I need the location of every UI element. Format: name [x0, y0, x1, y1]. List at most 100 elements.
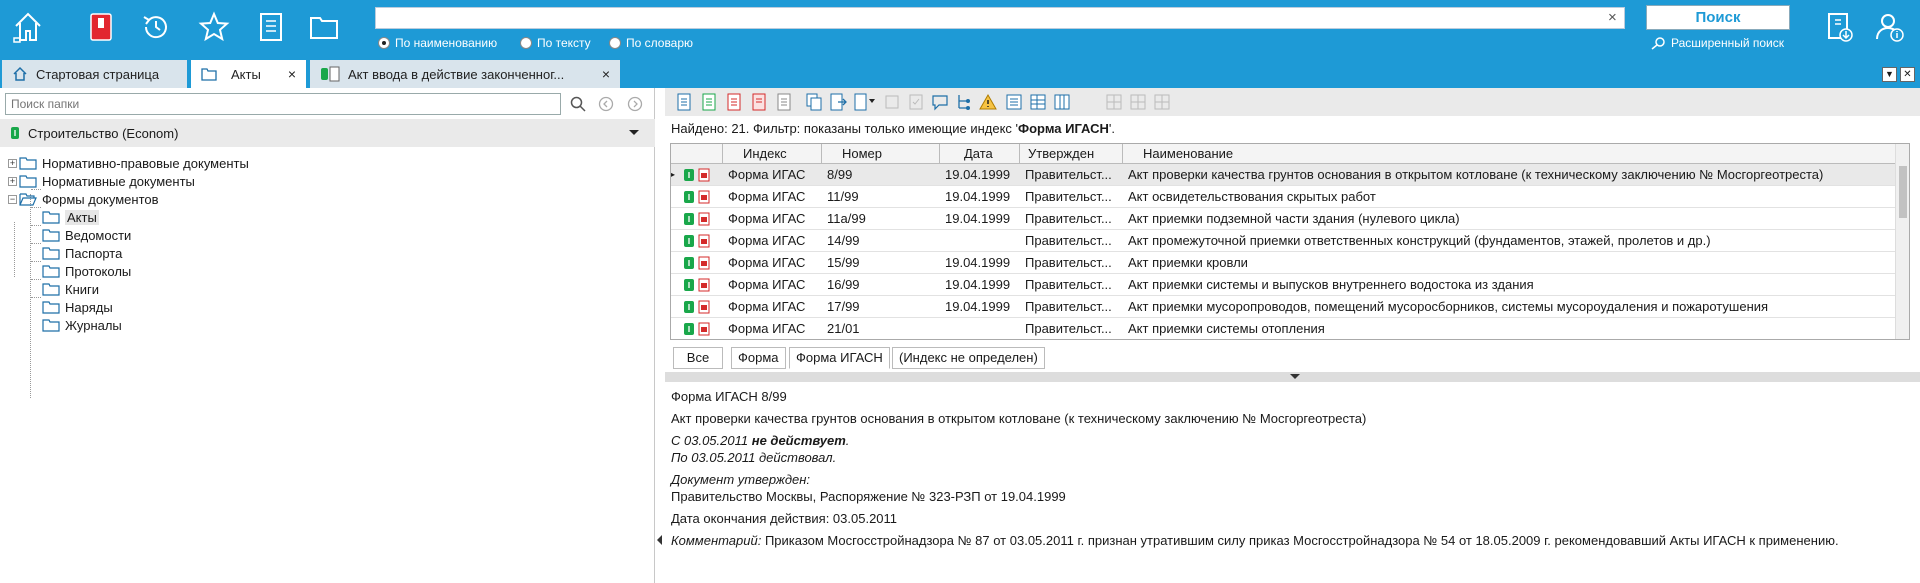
- document-status-green-icon: [684, 257, 694, 269]
- table-row[interactable]: Форма ИГАС 14/99 Правительст... Акт пром…: [671, 230, 1896, 252]
- document-red-icon: [698, 278, 710, 292]
- tab-act-commissioning[interactable]: Акт ввода в действие законченног... ×: [310, 60, 620, 88]
- collapse-left-panel-icon[interactable]: [657, 535, 662, 545]
- tree-item-label: Наряды: [65, 299, 113, 315]
- radio-icon: [520, 37, 532, 49]
- filter-tab-undefined-index[interactable]: (Индекс не определен): [892, 347, 1045, 369]
- table-row[interactable]: Форма ИГАС 16/99 19.04.1999 Правительст.…: [671, 274, 1896, 296]
- home-icon[interactable]: [12, 10, 44, 44]
- export-document-icon[interactable]: [829, 93, 847, 111]
- details-approved-label: Документ утвержден:: [671, 472, 811, 487]
- table-row[interactable]: Форма ИГАС 11/99 19.04.1999 Правительст.…: [671, 186, 1896, 208]
- index-filter-tabs: Все Форма Форма ИГАСН (Индекс не определ…: [665, 347, 1920, 371]
- table-row[interactable]: ▸ Форма ИГАС 8/99 19.04.1999 Правительст…: [671, 164, 1896, 186]
- user-info-icon[interactable]: [1874, 10, 1906, 44]
- cell-index: Форма ИГАС: [728, 167, 806, 182]
- favorites-star-icon[interactable]: [198, 10, 230, 44]
- tree-item-work-orders[interactable]: Наряды: [42, 298, 113, 316]
- checklist-icon[interactable]: [907, 93, 925, 111]
- close-tab-icon[interactable]: ×: [602, 66, 610, 82]
- search-mode-label: По тексту: [537, 36, 591, 50]
- search-button[interactable]: Поиск: [1646, 5, 1790, 30]
- expand-icon[interactable]: +: [8, 176, 17, 186]
- search-input[interactable]: [375, 7, 1625, 29]
- copy-document-icon[interactable]: [805, 93, 823, 111]
- scrollbar-thumb[interactable]: [1899, 166, 1907, 218]
- tree-connector: [31, 279, 41, 280]
- close-all-tabs-icon[interactable]: ✕: [1900, 67, 1915, 82]
- history-icon[interactable]: [140, 10, 172, 44]
- search-previous-icon[interactable]: [598, 96, 614, 112]
- search-mode-by-dictionary-radio[interactable]: По словарю: [609, 36, 693, 50]
- column-header-approved[interactable]: Утвержден: [1020, 144, 1123, 164]
- tab-acts[interactable]: Акты ×: [191, 60, 306, 88]
- tree-item-protocols[interactable]: Протоколы: [42, 262, 131, 280]
- tab-start-page[interactable]: Стартовая страница: [2, 60, 187, 88]
- column-header-date[interactable]: Дата: [940, 144, 1020, 164]
- document-red-icon[interactable]: [725, 93, 743, 111]
- warning-icon[interactable]: [979, 93, 997, 111]
- grid-disabled-icon[interactable]: [1105, 93, 1123, 111]
- cell-date: 19.04.1999: [945, 277, 1011, 292]
- splitter-arrow-icon: [1290, 374, 1300, 379]
- search-next-icon[interactable]: [627, 96, 643, 112]
- folder-search-input[interactable]: [5, 93, 561, 115]
- tab-list-dropdown-icon[interactable]: ▼: [1882, 67, 1897, 82]
- tree-item-label: Ведомости: [65, 227, 132, 243]
- advanced-search-link[interactable]: Расширенный поиск: [1650, 36, 1784, 50]
- expand-icon[interactable]: +: [8, 158, 17, 168]
- table-row[interactable]: Форма ИГАС 21/01 Правительст... Акт прие…: [671, 318, 1896, 339]
- tree-item-label: Формы документов: [42, 191, 159, 207]
- cell-approved: Правительст...: [1025, 277, 1112, 292]
- document-icon[interactable]: [255, 10, 287, 44]
- tree-item-books[interactable]: Книги: [42, 280, 99, 298]
- grid-disabled-icon[interactable]: [1153, 93, 1171, 111]
- search-mode-by-name-radio[interactable]: По наименованию: [378, 36, 497, 50]
- document-download-icon[interactable]: [1824, 10, 1856, 44]
- tree-item-passports[interactable]: Паспорта: [42, 244, 122, 262]
- filter-tab-form[interactable]: Форма: [731, 347, 786, 369]
- table-scrollbar[interactable]: [1895, 144, 1909, 339]
- filter-tab-form-igasn[interactable]: Форма ИГАСН: [789, 347, 890, 369]
- close-tab-icon[interactable]: ×: [288, 66, 296, 82]
- document-gray-icon[interactable]: [775, 93, 793, 111]
- tree-item-normative-legal[interactable]: + Нормативно-правовые документы: [8, 154, 249, 172]
- column-header-number[interactable]: Номер: [822, 144, 940, 164]
- cell-number: 16/99: [827, 277, 860, 292]
- column-header-name[interactable]: Наименование: [1123, 144, 1896, 164]
- tree-item-journals[interactable]: Журналы: [42, 316, 122, 334]
- document-green-icon[interactable]: [700, 93, 718, 111]
- folder-icon: [42, 265, 60, 278]
- folder-icon[interactable]: [308, 10, 340, 44]
- grid-disabled-icon[interactable]: [1129, 93, 1147, 111]
- hierarchy-icon[interactable]: [955, 93, 973, 111]
- document-blue-icon[interactable]: [675, 93, 693, 111]
- tree-item-normative[interactable]: + Нормативные документы: [8, 172, 195, 190]
- result-suffix: '.: [1108, 121, 1115, 136]
- tree-item-statements[interactable]: Ведомости: [42, 226, 131, 244]
- disabled-action-icon[interactable]: [883, 93, 901, 111]
- table-view-icon[interactable]: [1029, 93, 1047, 111]
- column-header-index[interactable]: Индекс: [723, 144, 822, 164]
- clear-search-icon[interactable]: ×: [1608, 9, 1617, 26]
- comment-icon[interactable]: [931, 93, 949, 111]
- cell-index: Форма ИГАС: [728, 277, 806, 292]
- table-row[interactable]: Форма ИГАС 17/99 19.04.1999 Правительст.…: [671, 296, 1896, 318]
- bookmark-book-icon[interactable]: [85, 10, 117, 44]
- database-selector[interactable]: Строительство (Econom): [0, 119, 655, 147]
- search-icon[interactable]: [570, 96, 586, 112]
- document-menu-icon[interactable]: [853, 93, 877, 111]
- document-red-bold-icon[interactable]: [750, 93, 768, 111]
- filter-tab-all[interactable]: Все: [673, 347, 723, 369]
- tree-item-acts[interactable]: Акты: [42, 208, 99, 226]
- tree-item-document-forms[interactable]: − Формы документов: [8, 190, 159, 208]
- tree-item-label: Нормативно-правовые документы: [42, 155, 249, 171]
- panel-splitter[interactable]: [665, 372, 1920, 382]
- table-row[interactable]: Форма ИГАС 15/99 19.04.1999 Правительст.…: [671, 252, 1896, 274]
- folder-icon: [42, 211, 60, 224]
- collapse-icon[interactable]: −: [8, 194, 17, 204]
- list-view-icon[interactable]: [1005, 93, 1023, 111]
- search-mode-by-text-radio[interactable]: По тексту: [520, 36, 591, 50]
- columns-view-icon[interactable]: [1053, 93, 1071, 111]
- table-row[interactable]: Форма ИГАС 11а/99 19.04.1999 Правительст…: [671, 208, 1896, 230]
